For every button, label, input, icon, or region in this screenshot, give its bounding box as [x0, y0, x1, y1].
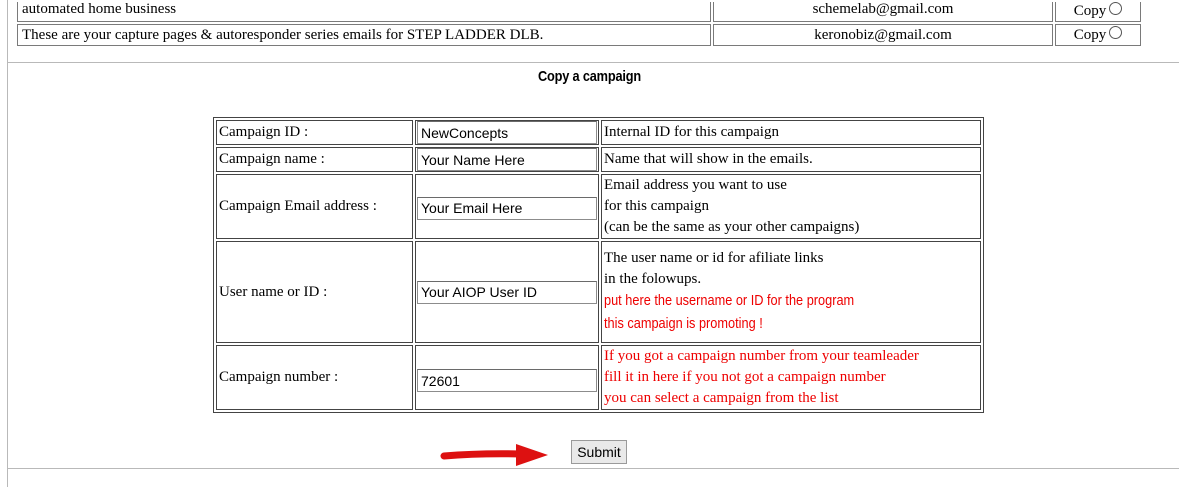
- campaign-id-label: Campaign ID :: [216, 120, 413, 145]
- campaign-name-label: Campaign name :: [216, 147, 413, 172]
- campaign-email-input[interactable]: [417, 196, 597, 220]
- note-line-red: put here the username or ID for the prog…: [604, 292, 855, 309]
- form-row-campaign-number: Campaign number : If you got a campaign …: [216, 345, 981, 410]
- left-border-line: [7, 0, 8, 487]
- note-line-red: If you got a campaign number from your t…: [604, 348, 919, 364]
- campaign-id-note: Internal ID for this campaign: [601, 120, 981, 145]
- user-name-cell: [415, 241, 599, 343]
- campaign-id-cell: [415, 120, 599, 145]
- note-line: The user name or id for afiliate links: [604, 250, 824, 266]
- form-row-campaign-name: Campaign name : Name that will show in t…: [216, 147, 981, 172]
- copy-label: Copy: [1073, 3, 1107, 19]
- user-name-label: User name or ID :: [216, 241, 413, 343]
- campaign-description: These are your capture pages & autorespo…: [17, 24, 711, 46]
- campaign-email-cell: [415, 174, 599, 239]
- campaign-name-input[interactable]: [417, 148, 597, 171]
- table-row: These are your capture pages & autorespo…: [17, 24, 1141, 46]
- campaign-id-input[interactable]: [417, 121, 597, 144]
- note-line: in the folowups.: [604, 271, 702, 287]
- note-line-red: fill it in here if you not got a campaig…: [604, 369, 886, 385]
- campaign-number-note: If you got a campaign number from your t…: [601, 345, 981, 410]
- campaign-number-input[interactable]: [417, 369, 597, 392]
- campaign-name-cell: [415, 147, 599, 172]
- campaign-description: automated home business: [17, 2, 711, 22]
- form-row-campaign-id: Campaign ID : Internal ID for this campa…: [216, 120, 981, 145]
- note-line: Name that will show in the emails.: [604, 151, 813, 167]
- note-line-red: you can select a campaign from the list: [604, 390, 839, 406]
- form-row-campaign-email: Campaign Email address : Email address y…: [216, 174, 981, 239]
- copy-radio[interactable]: [1109, 26, 1123, 39]
- divider: [8, 62, 1179, 63]
- form-row-user-name: User name or ID : The user name or id fo…: [216, 241, 981, 343]
- campaign-name-note: Name that will show in the emails.: [601, 147, 981, 172]
- table-row: automated home business schemelab@gmail.…: [17, 2, 1141, 22]
- note-line: (can be the same as your other campaigns…: [604, 219, 860, 235]
- copy-label: Copy: [1073, 27, 1107, 43]
- campaign-email-label: Campaign Email address :: [216, 174, 413, 239]
- note-line-red: this campaign is promoting !: [604, 315, 763, 332]
- copy-campaign-form: Campaign ID : Internal ID for this campa…: [213, 117, 984, 413]
- section-title: Copy a campaign: [537, 68, 642, 85]
- user-name-input[interactable]: [417, 280, 597, 304]
- campaign-email: keronobiz@gmail.com: [713, 24, 1053, 46]
- note-line: Email address you want to use: [604, 177, 787, 193]
- divider: [8, 468, 1179, 469]
- submit-button[interactable]: Submit: [571, 440, 627, 464]
- note-line: Internal ID for this campaign: [604, 124, 779, 140]
- campaign-list-table: automated home business schemelab@gmail.…: [15, 0, 1143, 48]
- copy-cell: Copy: [1055, 24, 1141, 46]
- campaign-email-note: Email address you want to use for this c…: [601, 174, 981, 239]
- campaign-email: schemelab@gmail.com: [713, 2, 1053, 22]
- copy-radio[interactable]: [1109, 2, 1123, 15]
- arrow-right-icon: [440, 444, 548, 466]
- user-name-note: The user name or id for afiliate links i…: [601, 241, 981, 343]
- campaign-number-cell: [415, 345, 599, 410]
- copy-cell: Copy: [1055, 2, 1141, 22]
- note-line: for this campaign: [604, 198, 709, 214]
- campaign-number-label: Campaign number :: [216, 345, 413, 410]
